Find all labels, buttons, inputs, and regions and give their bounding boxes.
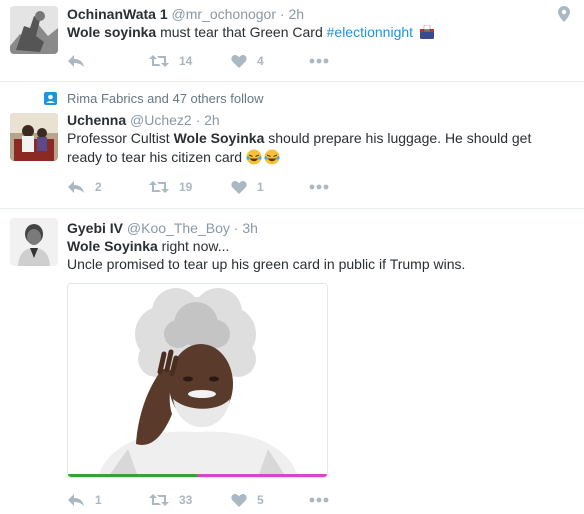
retweet-icon — [149, 181, 169, 193]
reply-icon — [68, 55, 84, 67]
retweet-button[interactable]: 14 — [149, 51, 192, 71]
avatar[interactable] — [10, 6, 58, 54]
tweet-text-continued: ready to tear his citizen card — [67, 149, 246, 165]
reply-count: 1 — [95, 493, 102, 507]
photo-bar — [68, 474, 327, 477]
tweet-header: Gyebi IV @Koo_The_Boy · 3h — [67, 219, 258, 237]
tweet-text-body: right now... — [157, 238, 230, 254]
reply-icon — [68, 494, 84, 506]
like-count: 4 — [257, 54, 264, 68]
more-icon — [309, 184, 329, 190]
tweet-text: Wole Soyinka right now... — [67, 237, 229, 256]
tweet-2[interactable]: Rima Fabrics and 47 others follow Uchenn… — [0, 82, 584, 209]
like-button[interactable]: 4 — [231, 51, 264, 71]
more-button[interactable] — [309, 51, 329, 71]
username[interactable]: @Uchez2 — [130, 112, 192, 128]
reply-button[interactable] — [67, 51, 85, 71]
heart-icon — [231, 180, 247, 194]
location-pin-icon — [558, 6, 570, 27]
social-context: Rima Fabrics and 47 others follow — [44, 91, 264, 107]
tweet-3[interactable]: Gyebi IV @Koo_The_Boy · 3h Wole Soyinka … — [0, 209, 584, 514]
retweet-button[interactable]: 19 — [149, 177, 192, 197]
portrait-image — [68, 284, 327, 477]
tweet-1[interactable]: OchinanWata 1 @mr_ochonogor · 2h Wole so… — [0, 0, 584, 82]
username[interactable]: @mr_ochonogor — [172, 6, 277, 22]
tweet-text: Professor Cultist Wole Soyinka should pr… — [67, 129, 531, 148]
highlight-term: Wole soyinka — [67, 24, 157, 40]
like-button[interactable]: 5 — [231, 490, 264, 510]
tweet-text-line2: Uncle promised to tear up his green card… — [67, 255, 465, 274]
avatar[interactable] — [10, 113, 58, 161]
like-count: 1 — [257, 180, 264, 194]
timestamp[interactable]: · 2h — [196, 112, 220, 128]
more-button[interactable] — [309, 490, 329, 510]
display-name[interactable]: Gyebi IV — [67, 220, 123, 236]
highlight-term: Wole Soyinka — [67, 238, 158, 254]
person-icon — [44, 92, 57, 109]
retweet-count: 19 — [179, 180, 193, 194]
social-context-text[interactable]: Rima Fabrics and 47 others follow — [67, 91, 264, 106]
retweet-icon — [149, 55, 169, 67]
hashtag-link[interactable]: #electionnight — [327, 24, 413, 40]
tweet-text-line2: ready to tear his citizen card — [67, 148, 280, 170]
tweet-text-body: should prepare his luggage. He should ge… — [264, 130, 532, 146]
more-button[interactable] — [309, 177, 329, 197]
highlight-term: Wole Soyinka — [173, 130, 265, 146]
tweet-actions: 14 4 — [67, 51, 407, 71]
tweet-text-body: must tear that Green Card — [156, 24, 327, 40]
like-button[interactable]: 1 — [231, 177, 264, 197]
tweet-text: Wole soyinka must tear that Green Card #… — [67, 23, 435, 44]
tweet-actions: 1 33 5 — [67, 490, 407, 510]
timestamp[interactable]: · 3h — [234, 220, 258, 236]
tweet-text-prefix: Professor Cultist — [67, 130, 174, 146]
more-icon — [309, 58, 329, 64]
ballot-box-emoji — [419, 24, 435, 44]
like-count: 5 — [257, 493, 264, 507]
reply-icon — [68, 181, 84, 193]
reply-button[interactable]: 2 — [67, 177, 102, 197]
retweet-button[interactable]: 33 — [149, 490, 192, 510]
retweet-count: 33 — [179, 493, 193, 507]
username[interactable]: @Koo_The_Boy — [127, 220, 230, 236]
retweet-icon — [149, 494, 169, 506]
avatar[interactable] — [10, 218, 58, 266]
heart-icon — [231, 493, 247, 507]
reply-button[interactable]: 1 — [67, 490, 102, 510]
reply-count: 2 — [95, 180, 102, 194]
tweet-text-continued: Uncle promised to tear up his green card… — [67, 256, 466, 272]
heart-icon — [231, 54, 247, 68]
timestamp[interactable]: · 2h — [280, 6, 304, 22]
laughing-emoji — [246, 149, 280, 170]
tweet-photo[interactable] — [67, 283, 328, 478]
tweet-header: OchinanWata 1 @mr_ochonogor · 2h — [67, 5, 304, 23]
more-icon — [309, 497, 329, 503]
tweet-header: Uchenna @Uchez2 · 2h — [67, 111, 220, 129]
display-name[interactable]: Uchenna — [67, 112, 126, 128]
display-name[interactable]: OchinanWata 1 — [67, 6, 168, 22]
retweet-count: 14 — [179, 54, 193, 68]
tweet-actions: 2 19 1 — [67, 177, 407, 197]
